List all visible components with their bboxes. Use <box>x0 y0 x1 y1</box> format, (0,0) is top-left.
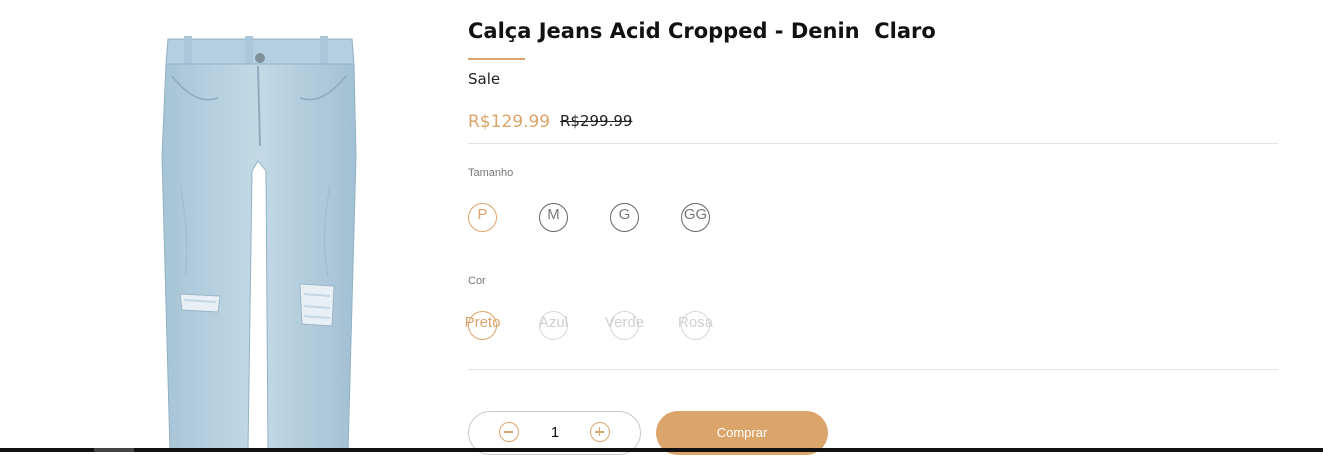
increase-quantity-button[interactable] <box>590 422 610 442</box>
color-option-rosa[interactable]: Rosa <box>678 311 713 340</box>
size-option-m[interactable]: M <box>539 203 568 232</box>
price-current: R$129.99 <box>468 112 551 132</box>
product-image <box>150 36 370 453</box>
divider <box>468 369 1278 370</box>
divider <box>468 143 1278 144</box>
color-option-preto[interactable]: Preto <box>465 311 500 340</box>
color-label: Cor <box>468 275 486 287</box>
title-underline <box>468 58 525 60</box>
sale-label: Sale <box>468 70 501 88</box>
size-option-gg[interactable]: GG <box>681 203 710 232</box>
size-label: Tamanho <box>468 167 514 179</box>
size-option-g[interactable]: G <box>610 203 639 232</box>
price-old: R$299.99 <box>560 112 633 130</box>
bottom-bar <box>0 448 1323 452</box>
minus-icon <box>504 431 513 433</box>
color-option-azul[interactable]: Azul <box>539 311 568 340</box>
size-option-p[interactable]: P <box>468 203 497 232</box>
decrease-quantity-button[interactable] <box>499 422 519 442</box>
product-info: Calça Jeans Acid Cropped - Denin Claro S… <box>465 0 1278 455</box>
scrollbar-thumb[interactable] <box>94 448 134 452</box>
quantity-value[interactable]: 1 <box>540 424 570 441</box>
product-title: Calça Jeans Acid Cropped - Denin Claro <box>468 19 936 43</box>
color-option-verde[interactable]: Verde <box>605 311 644 340</box>
